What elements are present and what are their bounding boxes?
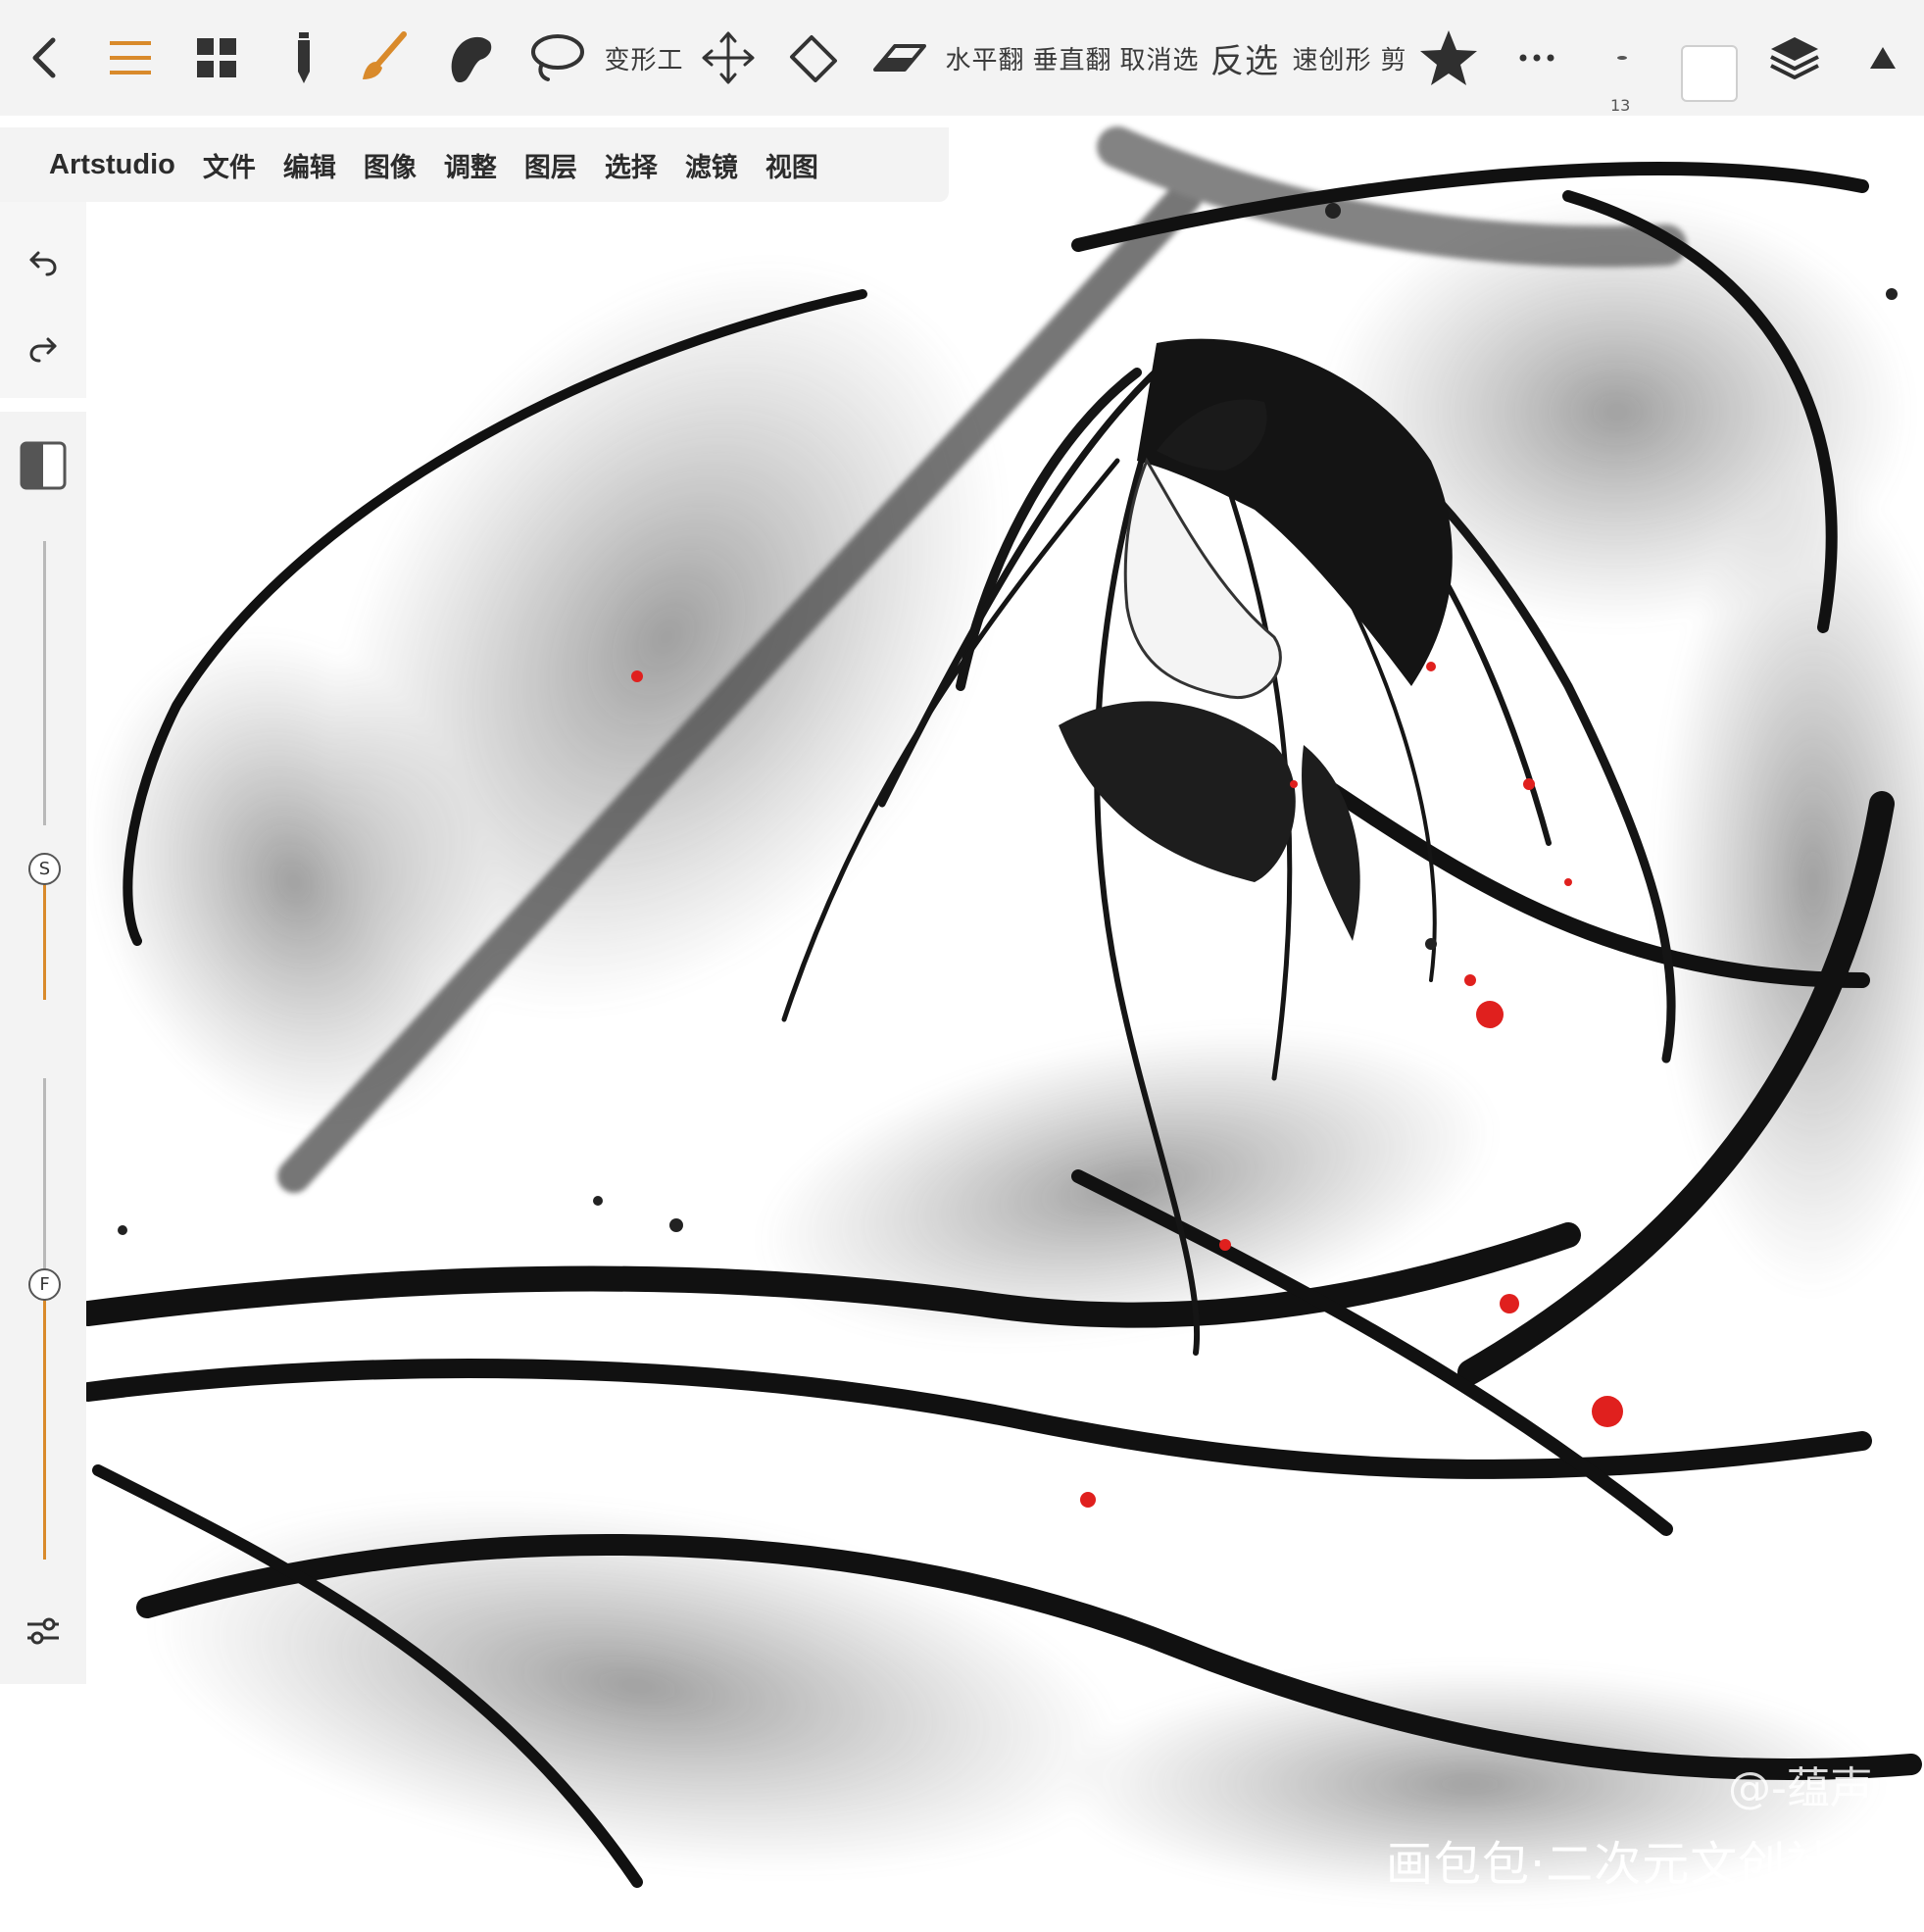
menu-filter[interactable]: 滤镜 [685, 146, 738, 184]
gallery-button[interactable] [191, 0, 242, 116]
invert-selection-button[interactable]: 反选 [1205, 0, 1285, 116]
deselect-button[interactable]: 取消选 [1117, 0, 1202, 116]
transform-tool-button[interactable]: 变形工 [600, 0, 688, 116]
collapse-toolbar-button[interactable] [1858, 0, 1907, 116]
menu-edit[interactable]: 编辑 [283, 146, 336, 184]
layers-button[interactable] [1764, 0, 1825, 116]
layers-icon [1770, 37, 1819, 79]
menu-artstudio[interactable]: Artstudio [49, 149, 175, 181]
menu-select[interactable]: 选择 [605, 146, 658, 184]
invert-selection-label: 反选 [1210, 41, 1279, 81]
history-panel [0, 202, 86, 398]
hamburger-icon [110, 41, 151, 74]
drawing-canvas[interactable] [0, 0, 1924, 1932]
transform-label: 变形工 [604, 45, 684, 75]
flow-slider-track[interactable] [43, 1078, 46, 1272]
pencil-icon [298, 32, 310, 83]
smudge-icon [451, 36, 492, 82]
cut-label: 剪 [1380, 45, 1407, 75]
redo-button[interactable] [0, 335, 86, 363]
top-toolbar: 变形工 水平翻 垂直翻 取消选 反选 速创形 剪 13 [0, 0, 1924, 116]
compare-view-button[interactable] [0, 441, 86, 490]
brush-icon [363, 31, 407, 79]
brush-size-value: 13 [1610, 96, 1631, 115]
smudge-tool-button[interactable] [441, 0, 500, 116]
undo-button[interactable] [0, 249, 86, 276]
site-watermark: 画包包·二次元文创社区 [1386, 1837, 1883, 1892]
cut-button[interactable]: 剪 [1376, 0, 1411, 116]
triangle-up-icon [1870, 47, 1896, 69]
brush-settings-panel: S F [0, 412, 86, 1684]
move-tool-button[interactable] [699, 0, 758, 116]
pencil-tool-button[interactable] [284, 0, 323, 116]
flip-vertical-button[interactable]: 垂直翻 [1030, 0, 1114, 116]
brush-tool-button[interactable] [353, 0, 412, 116]
flow-slider-knob[interactable]: F [28, 1268, 61, 1301]
brush-settings-button[interactable] [0, 1615, 86, 1647]
menu-adjust[interactable]: 调整 [444, 146, 497, 184]
split-view-icon [20, 441, 67, 490]
fill-icon [790, 35, 837, 82]
back-button[interactable] [20, 0, 69, 116]
quick-shape-label: 速创形 [1292, 45, 1372, 75]
undo-icon [29, 251, 57, 276]
move-icon [702, 31, 755, 84]
flip-vertical-label: 垂直翻 [1032, 45, 1112, 75]
redo-icon [29, 337, 57, 363]
quick-shape-button[interactable]: 速创形 [1290, 0, 1374, 116]
flow-slider-fill [43, 1288, 46, 1560]
grid-icon [197, 38, 236, 77]
flip-horizontal-button[interactable]: 水平翻 [943, 0, 1027, 116]
fill-tool-button[interactable] [784, 0, 843, 116]
menu-bar: Artstudio 文件 编辑 图像 调整 图层 选择 滤镜 视图 [0, 127, 949, 202]
menu-view[interactable]: 视图 [765, 146, 818, 184]
menu-image[interactable]: 图像 [364, 146, 417, 184]
eraser-icon [873, 44, 926, 72]
size-slider-label: S [38, 859, 51, 879]
size-slider-knob[interactable]: S [28, 853, 61, 885]
size-slider-fill [43, 872, 46, 1000]
main-menu-button[interactable] [103, 0, 158, 116]
menu-file[interactable]: 文件 [203, 146, 256, 184]
size-slider-track[interactable] [43, 541, 46, 825]
sliders-icon [27, 1617, 59, 1645]
flip-horizontal-label: 水平翻 [945, 45, 1025, 75]
color-swatch[interactable] [1681, 45, 1738, 102]
eraser-tool-button[interactable] [869, 0, 930, 116]
deselect-label: 取消选 [1119, 45, 1200, 75]
lasso-tool-button[interactable] [524, 0, 588, 116]
favorite-button[interactable] [1417, 0, 1480, 116]
chevron-left-icon [32, 37, 56, 78]
more-button[interactable] [1509, 0, 1564, 116]
star-icon [1420, 30, 1477, 85]
author-watermark: @-蕴声 [1728, 1763, 1873, 1813]
flow-slider-label: F [39, 1274, 50, 1295]
brush-size-dot-icon [1617, 56, 1627, 60]
more-icon [1519, 54, 1554, 62]
lasso-icon [530, 34, 584, 81]
menu-layer[interactable]: 图层 [524, 146, 577, 184]
